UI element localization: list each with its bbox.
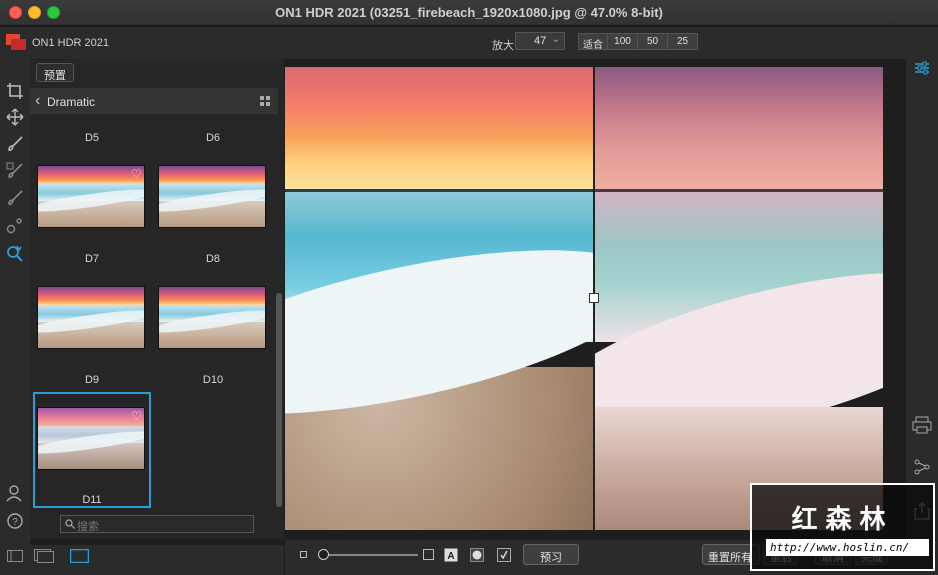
panel-scrollbar[interactable] — [276, 293, 282, 507]
user-icon[interactable] — [6, 484, 24, 502]
zoom-fit-button[interactable]: 适合 — [578, 33, 608, 51]
preset-label: D7 — [84, 253, 100, 265]
brush-icon[interactable] — [6, 135, 24, 153]
app-name: ON1 HDR 2021 — [32, 37, 110, 49]
view-tool-icon[interactable] — [6, 244, 24, 262]
search-icon — [65, 519, 75, 529]
filmstrip-view-icon[interactable] — [34, 549, 54, 563]
compare-view-icon[interactable] — [70, 549, 89, 563]
app-logo-icon — [6, 34, 26, 50]
tool-strip: ? — [0, 59, 30, 575]
top-toolbar: ON1 HDR 2021 放大 47 ⌄ 适合 100 50 25 — [0, 27, 938, 59]
share-icon[interactable] — [914, 459, 930, 475]
preset-thumbnail[interactable] — [158, 286, 266, 349]
zoom-25-button[interactable]: 25 — [667, 33, 698, 50]
zoom-slider-knob[interactable] — [318, 549, 329, 560]
preset-thumbnail[interactable] — [158, 165, 266, 228]
watermark-overlay: 红森林 http://www.hoslin.cn/ — [750, 483, 935, 571]
zoom-label: 放大 — [492, 40, 514, 52]
presets-panel: 预置 ‹ Dramatic D5 D6 ♡ D7 D8 D9 D10 ♡ D11 — [30, 59, 284, 539]
move-icon[interactable] — [6, 108, 24, 126]
watermark-title: 红森林 — [791, 504, 894, 534]
category-header[interactable]: ‹ Dramatic — [30, 88, 278, 114]
view-mode-bar — [0, 545, 284, 575]
zoom-100-button[interactable]: 100 — [607, 33, 638, 50]
zoom-out-icon[interactable] — [300, 551, 307, 558]
single-view-icon[interactable] — [7, 550, 23, 562]
presets-button[interactable]: 预置 — [36, 63, 74, 82]
refine-brush-icon[interactable] — [6, 189, 24, 207]
heart-icon[interactable]: ♡ — [131, 167, 142, 181]
image-canvas[interactable] — [285, 67, 883, 530]
preset-thumbnail[interactable] — [37, 286, 145, 349]
svg-text:?: ? — [12, 517, 18, 528]
preset-thumbnail[interactable]: ♡ — [37, 165, 145, 228]
after-image — [595, 67, 883, 530]
zoom-50-button[interactable]: 50 — [637, 33, 668, 50]
mask-view-icon[interactable] — [470, 548, 484, 562]
grid-view-icon[interactable] — [260, 96, 270, 106]
masking-brush-icon[interactable] — [6, 162, 24, 180]
chevron-left-icon[interactable]: ‹ — [35, 92, 40, 110]
preset-label: D5 — [84, 132, 100, 144]
compare-toggle-icon[interactable] — [497, 548, 511, 562]
preset-label: D10 — [202, 374, 224, 386]
watermark-url: http://www.hoslin.cn/ — [766, 539, 929, 556]
zoom-in-icon[interactable] — [423, 549, 434, 560]
zoom-value: 47 — [534, 35, 547, 47]
preset-search-input[interactable]: 搜索 — [60, 515, 254, 533]
before-image — [285, 67, 594, 530]
crop-icon[interactable] — [6, 82, 24, 100]
window-title: ON1 HDR 2021 (03251_firebeach_1920x1080.… — [275, 5, 663, 20]
preview-button[interactable]: 预习 — [523, 544, 579, 565]
preset-label: D9 — [84, 374, 100, 386]
zoom-select[interactable]: 47 ⌄ — [515, 32, 565, 50]
zoom-slider-track[interactable] — [318, 554, 418, 556]
help-icon[interactable]: ? — [6, 512, 24, 530]
preset-thumbnail-selected[interactable]: ♡ — [37, 407, 145, 470]
category-title: Dramatic — [47, 95, 96, 109]
chevron-down-icon: ⌄ — [551, 34, 560, 45]
text-overlay-icon[interactable]: A — [444, 548, 458, 562]
title-bar: ON1 HDR 2021 (03251_firebeach_1920x1080.… — [0, 0, 938, 26]
svg-text:A: A — [447, 551, 454, 562]
split-handle[interactable] — [589, 293, 599, 303]
print-icon[interactable] — [912, 416, 932, 434]
preset-label: D8 — [205, 253, 221, 265]
adjustments-icon[interactable] — [914, 61, 930, 75]
heart-icon[interactable]: ♡ — [131, 409, 142, 423]
preset-label: D6 — [205, 132, 221, 144]
search-placeholder: 搜索 — [77, 521, 99, 533]
retouch-icon[interactable] — [6, 216, 24, 234]
preset-label: D11 — [82, 494, 102, 506]
